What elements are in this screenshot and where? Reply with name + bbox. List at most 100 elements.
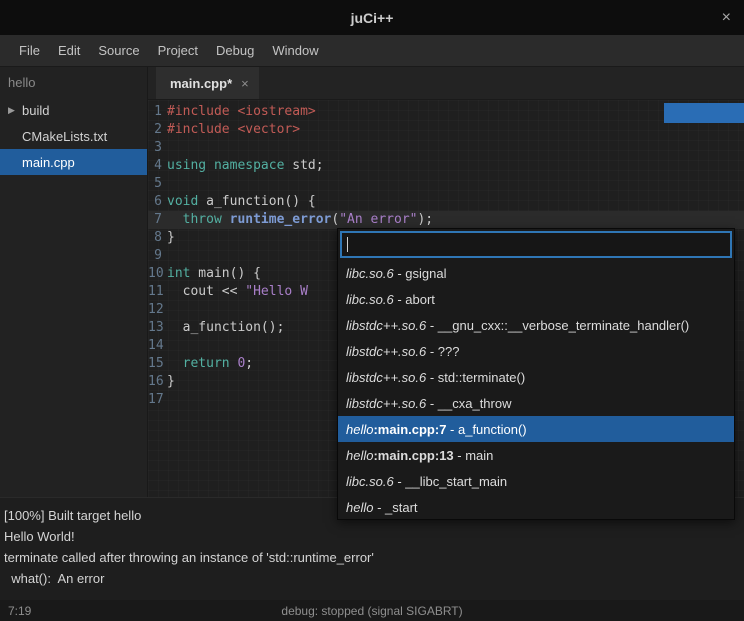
code-text: } xyxy=(167,373,175,391)
code-line-6: 6void a_function() { xyxy=(148,193,744,211)
code-line-7: 7 throw runtime_error("An error"); xyxy=(148,211,744,229)
frame-function: - abort xyxy=(394,292,435,307)
frame-function: - gsignal xyxy=(394,266,447,281)
stacktrace-row-2[interactable]: libstdc++.so.6 - __gnu_cxx::__verbose_te… xyxy=(338,312,734,338)
line-number: 15 xyxy=(148,355,167,373)
expander-icon[interactable]: ▶ xyxy=(8,105,15,116)
line-number: 14 xyxy=(148,337,167,355)
frame-library: libc.so.6 xyxy=(346,266,394,281)
frame-location: :main.cpp:13 xyxy=(373,448,453,463)
sidebar-item-label: CMakeLists.txt xyxy=(22,129,107,144)
stacktrace-row-5[interactable]: libstdc++.so.6 - __cxa_throw xyxy=(338,390,734,416)
menu-debug[interactable]: Debug xyxy=(207,35,263,66)
frame-library: hello xyxy=(346,448,373,463)
stacktrace-list: libc.so.6 - gsignallibc.so.6 - abortlibs… xyxy=(338,260,734,520)
line-number: 5 xyxy=(148,175,167,193)
line-number: 8 xyxy=(148,229,167,247)
tab-main-cpp[interactable]: main.cpp* × xyxy=(156,67,259,99)
project-name: hello xyxy=(0,67,147,97)
status-bar: 7:19 debug: stopped (signal SIGABRT) xyxy=(0,600,744,621)
cursor-position: 7:19 xyxy=(0,604,31,618)
app-window: juCi++ × FileEditSourceProjectDebugWindo… xyxy=(0,0,744,621)
code-text: #include <vector> xyxy=(167,121,300,139)
console-line-3: what(): An error xyxy=(4,568,740,589)
line-number: 12 xyxy=(148,301,167,319)
code-text: a_function(); xyxy=(167,319,284,337)
text-caret xyxy=(347,237,348,252)
popup-search-input[interactable] xyxy=(340,231,732,258)
frame-function: - ??? xyxy=(426,344,459,359)
code-text: cout << "Hello W xyxy=(167,283,308,301)
titlebar[interactable]: juCi++ × xyxy=(0,0,744,35)
frame-function: - a_function() xyxy=(446,422,526,437)
frame-library: libc.so.6 xyxy=(346,474,394,489)
tab-bar: main.cpp* × xyxy=(148,67,744,100)
scrollbar-thumb[interactable] xyxy=(664,103,744,123)
console-line-2: terminate called after throwing an insta… xyxy=(4,547,740,568)
close-icon[interactable]: × xyxy=(722,9,731,27)
line-number: 2 xyxy=(148,121,167,139)
window-title: juCi++ xyxy=(351,10,394,26)
menu-bar: FileEditSourceProjectDebugWindow xyxy=(0,35,744,67)
line-number: 4 xyxy=(148,157,167,175)
menu-project[interactable]: Project xyxy=(149,35,207,66)
stacktrace-row-4[interactable]: libstdc++.so.6 - std::terminate() xyxy=(338,364,734,390)
stacktrace-row-8[interactable]: libc.so.6 - __libc_start_main xyxy=(338,468,734,494)
file-tree: ▶ build CMakeLists.txt main.cpp xyxy=(0,97,147,175)
frame-function: - main xyxy=(454,448,494,463)
frame-library: hello xyxy=(346,500,373,515)
sidebar-item-build[interactable]: ▶ build xyxy=(0,97,147,123)
frame-library: hello xyxy=(346,422,373,437)
stacktrace-popup: libc.so.6 - gsignallibc.so.6 - abortlibs… xyxy=(337,228,735,520)
code-text: return 0; xyxy=(167,355,253,373)
menu-window[interactable]: Window xyxy=(263,35,327,66)
frame-library: libstdc++.so.6 xyxy=(346,370,426,385)
file-tree-sidebar: hello ▶ build CMakeLists.txt main.cpp xyxy=(0,67,148,497)
sidebar-item-main-cpp[interactable]: main.cpp xyxy=(0,149,147,175)
line-number: 17 xyxy=(148,391,167,409)
debug-status: debug: stopped (signal SIGABRT) xyxy=(0,604,744,618)
frame-function: - __libc_start_main xyxy=(394,474,507,489)
menu-edit[interactable]: Edit xyxy=(49,35,89,66)
menu-file[interactable]: File xyxy=(10,35,49,66)
frame-function: - __gnu_cxx::__verbose_terminate_handler… xyxy=(426,318,689,333)
code-line-4: 4using namespace std; xyxy=(148,157,744,175)
sidebar-item-label: build xyxy=(22,103,49,118)
menu-source[interactable]: Source xyxy=(89,35,148,66)
frame-library: libstdc++.so.6 xyxy=(346,344,426,359)
code-line-5: 5 xyxy=(148,175,744,193)
frame-function: - std::terminate() xyxy=(426,370,525,385)
code-text: } xyxy=(167,229,175,247)
frame-library: libc.so.6 xyxy=(346,292,394,307)
code-text: #include <iostream> xyxy=(167,103,316,121)
stacktrace-row-0[interactable]: libc.so.6 - gsignal xyxy=(338,260,734,286)
line-number: 1 xyxy=(148,103,167,121)
code-line-2: 2#include <vector> xyxy=(148,121,744,139)
code-line-1: 1#include <iostream> xyxy=(148,103,744,121)
line-number: 10 xyxy=(148,265,167,283)
tab-label: main.cpp* xyxy=(170,76,232,91)
stacktrace-row-7[interactable]: hello:main.cpp:13 - main xyxy=(338,442,734,468)
console-line-1: Hello World! xyxy=(4,526,740,547)
stacktrace-row-9[interactable]: hello - _start xyxy=(338,494,734,520)
frame-function: - __cxa_throw xyxy=(426,396,511,411)
code-text: void a_function() { xyxy=(167,193,316,211)
code-text: using namespace std; xyxy=(167,157,324,175)
line-number: 11 xyxy=(148,283,167,301)
frame-library: libstdc++.so.6 xyxy=(346,318,426,333)
line-number: 16 xyxy=(148,373,167,391)
line-number: 7 xyxy=(148,211,167,229)
tab-close-icon[interactable]: × xyxy=(241,76,249,91)
frame-library: libstdc++.so.6 xyxy=(346,396,426,411)
frame-function: - _start xyxy=(373,500,417,515)
stacktrace-row-1[interactable]: libc.so.6 - abort xyxy=(338,286,734,312)
code-text: throw runtime_error("An error"); xyxy=(167,211,433,229)
code-text: int main() { xyxy=(167,265,261,283)
stacktrace-row-6[interactable]: hello:main.cpp:7 - a_function() xyxy=(338,416,734,442)
line-number: 9 xyxy=(148,247,167,265)
line-number: 3 xyxy=(148,139,167,157)
stacktrace-row-3[interactable]: libstdc++.so.6 - ??? xyxy=(338,338,734,364)
line-number: 13 xyxy=(148,319,167,337)
sidebar-item-cmakelists-txt[interactable]: CMakeLists.txt xyxy=(0,123,147,149)
frame-location: :main.cpp:7 xyxy=(373,422,446,437)
